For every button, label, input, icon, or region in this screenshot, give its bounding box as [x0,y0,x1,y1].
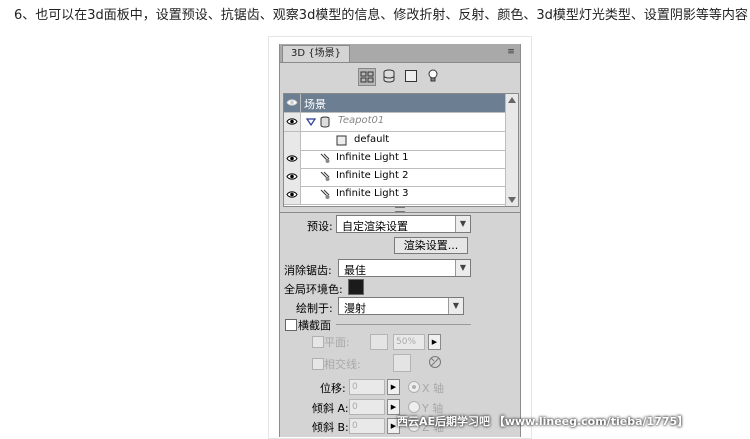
list-item-light-2[interactable]: Infinite Light 2 [284,168,505,187]
scroll-up-icon[interactable] [508,97,516,103]
axis-x-radio[interactable] [408,381,420,393]
tilt-b-label: 倾斜 B: [312,421,349,434]
paint-on-value: 漫射 [344,302,366,315]
render-settings-button[interactable]: 渲染设置... [394,237,468,254]
list-item-light-1[interactable]: Infinite Light 1 [284,150,505,169]
scene-tree-list: 场景 Teapot01 default Infinite Light 1 Inf… [283,93,519,207]
global-ambient-label: 全局环境色: [284,283,343,296]
preset-select[interactable]: 自定渲染设置 ▼ [336,215,471,233]
material-filter-icon[interactable] [404,69,418,83]
axis-x-label: X 轴 [422,382,445,395]
antialias-label: 消除锯齿: [284,264,332,277]
plane-checkbox[interactable] [312,336,324,348]
paint-on-select[interactable]: 漫射 ▼ [338,297,464,315]
offset-field[interactable]: 0 [349,379,385,395]
section-rule [336,324,471,325]
preset-value: 自定渲染设置 [342,220,408,233]
cross-section-label: 横截面 [298,319,331,332]
chevron-down-icon: ▼ [448,298,463,314]
antialias-select[interactable]: 最佳 ▼ [338,259,471,277]
offset-stepper[interactable]: ▶ [387,379,400,395]
antialias-value: 最佳 [344,264,366,277]
visibility-eye-icon[interactable] [284,168,301,186]
axis-y-radio[interactable] [408,401,420,413]
plane-color-swatch[interactable] [370,334,388,350]
intersection-label: 相交线: [324,358,361,371]
offset-label: 位移: [320,382,346,395]
tab-3d-scene[interactable]: 3D {场景} [282,45,350,62]
3d-panel: 3D {场景} ≡ 场景 Teapot01 default Infinite L… [279,44,521,437]
mesh-filter-icon[interactable] [382,69,396,83]
intersection-color-swatch[interactable] [393,354,411,372]
tilt-a-field[interactable]: 0 [349,399,385,415]
global-ambient-swatch[interactable] [348,279,364,295]
expand-triangle-icon[interactable] [306,118,316,126]
mesh-icon [320,116,330,128]
list-item-default-material[interactable]: default [284,132,505,151]
list-item-label: Infinite Light 2 [336,170,409,181]
material-icon [336,135,347,146]
visibility-eye-blank[interactable] [284,132,301,150]
filter-toolbar [280,63,520,91]
panel-divider [280,212,520,213]
scroll-down-icon[interactable] [508,197,516,203]
visibility-eye-icon[interactable] [284,150,301,168]
plane-opacity-stepper[interactable]: ▶ [428,334,441,350]
intersection-checkbox[interactable] [312,358,324,370]
panel-tabbar: 3D {场景} ≡ [280,44,520,63]
tilt-a-label: 倾斜 A: [312,402,349,415]
list-item-label: Infinite Light 1 [336,152,409,163]
infinite-light-icon [320,153,330,163]
panel-menu-icon[interactable]: ≡ [505,47,517,57]
scene-filter-icon[interactable] [358,68,376,86]
flip-cross-section-icon[interactable] [428,355,442,369]
list-item-scene[interactable]: 场景 [284,94,505,113]
plane-opacity-field[interactable]: 50% [393,334,425,350]
cross-section-checkbox[interactable] [285,319,297,331]
paint-on-label: 绘制于: [296,302,333,315]
light-filter-icon[interactable] [426,69,440,83]
list-scrollbar[interactable] [505,94,518,206]
chevron-down-icon: ▼ [455,216,470,232]
site-watermark: 西云AE后期学习吧 【www.lineeg.com/tieba/1775】 [397,415,689,428]
list-item-label: default [354,134,390,145]
list-item-light-3[interactable]: Infinite Light 3 [284,186,505,205]
list-item-label: Infinite Light 3 [336,188,409,199]
preset-label: 预设: [307,220,333,233]
list-item-teapot[interactable]: Teapot01 [284,113,505,132]
visibility-eye-icon[interactable] [284,186,301,204]
tutorial-caption: 6、也可以在3d面板中，设置预设、抗锯齿、观察3d模型的信息、修改折射、反射、颜… [14,8,748,23]
infinite-light-icon [320,189,330,199]
chevron-down-icon: ▼ [455,260,470,276]
list-item-label: 场景 [304,98,326,111]
list-item-label: Teapot01 [338,115,385,126]
plane-label: 平面: [324,336,350,349]
visibility-eye-icon[interactable] [284,94,301,112]
visibility-eye-icon[interactable] [284,113,301,131]
infinite-light-icon [320,171,330,181]
tilt-b-field[interactable]: 0 [349,418,385,434]
